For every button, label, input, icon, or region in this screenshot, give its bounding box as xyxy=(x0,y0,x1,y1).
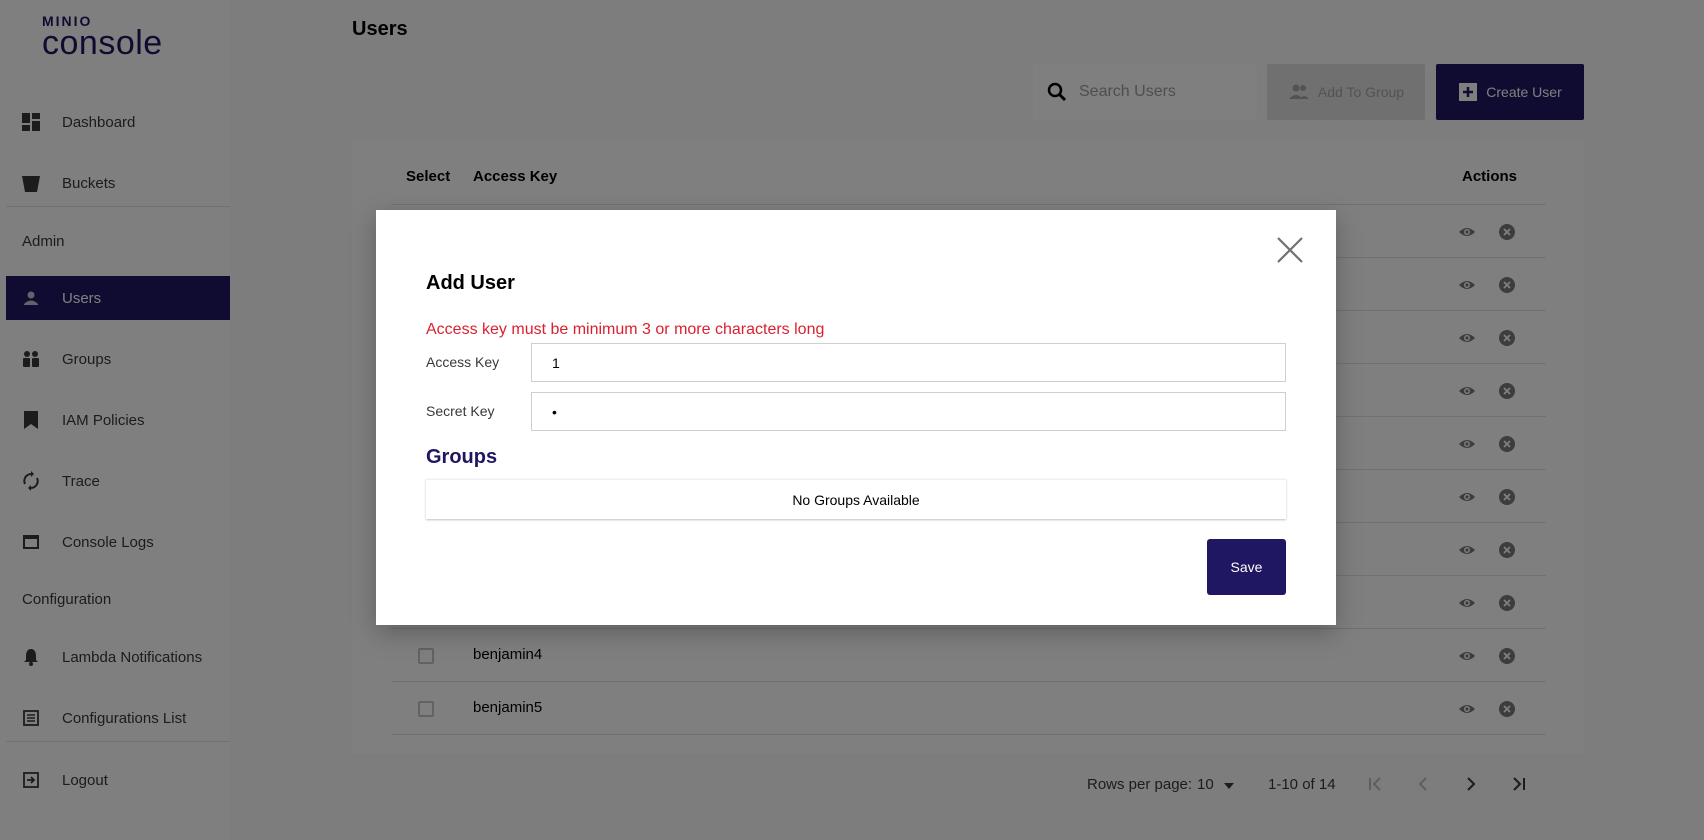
groups-title: Groups xyxy=(426,446,498,468)
secret-key-label: Secret Key xyxy=(426,403,495,419)
modal-title: Add User xyxy=(426,272,515,294)
close-button[interactable] xyxy=(1274,234,1306,266)
access-key-input[interactable] xyxy=(531,343,1286,382)
no-groups-text: No Groups Available xyxy=(792,491,920,508)
groups-list: No Groups Available xyxy=(426,479,1286,519)
save-button[interactable]: Save xyxy=(1207,539,1286,595)
error-message: Access key must be minimum 3 or more cha… xyxy=(426,321,825,338)
close-icon xyxy=(1277,237,1303,263)
secret-key-input[interactable] xyxy=(531,392,1286,431)
access-key-label: Access Key xyxy=(426,354,500,370)
add-user-modal: Add User Access key must be minimum 3 or… xyxy=(376,210,1336,625)
